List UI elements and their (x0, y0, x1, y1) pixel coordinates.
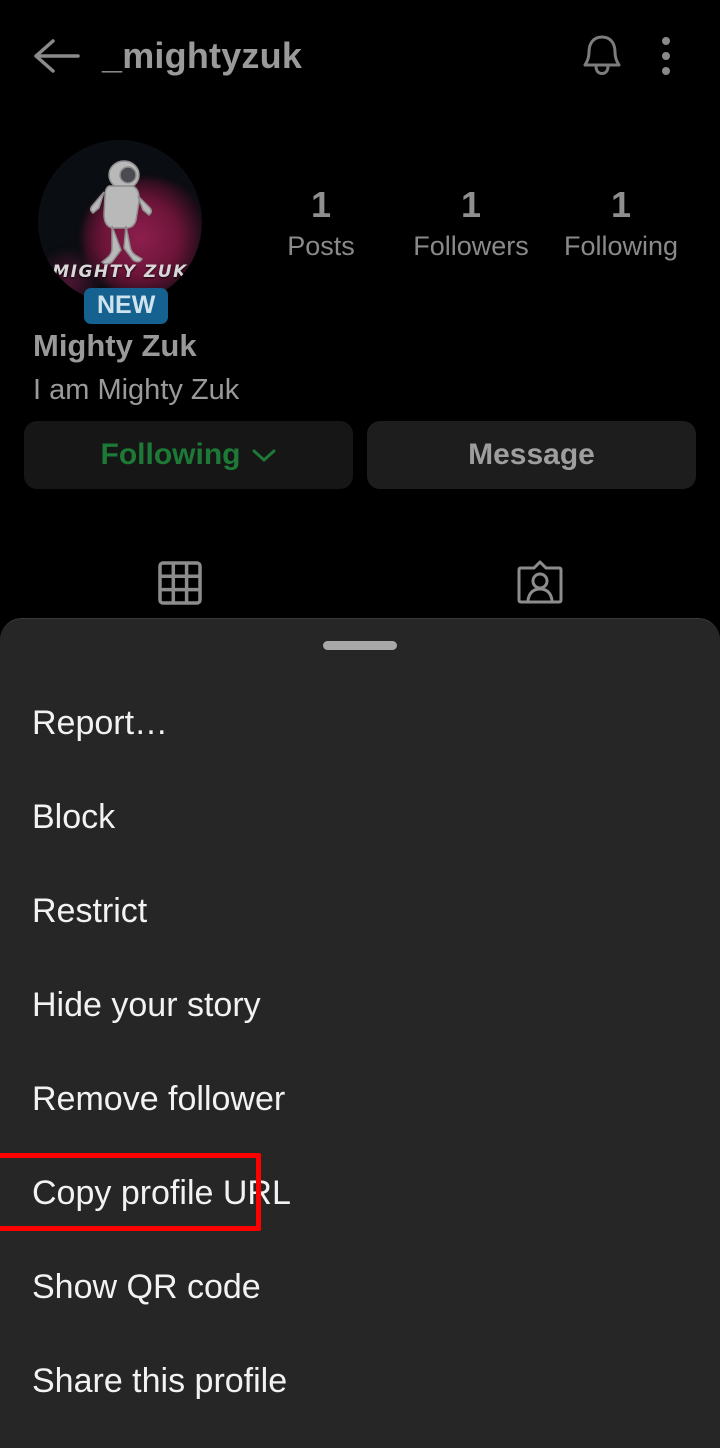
menu-item-block[interactable]: Block (0, 770, 720, 864)
display-name: Mighty Zuk (33, 328, 197, 363)
profile-tabs (0, 548, 720, 618)
chevron-down-icon (252, 449, 276, 461)
profile-stats: 1 Posts 1 Followers 1 Following (202, 182, 720, 262)
tagged-person-card-icon (517, 560, 563, 604)
message-button-label: Message (468, 438, 595, 471)
menu-item-hide-your-story[interactable]: Hide your story (0, 958, 720, 1052)
sheet-menu-list: Report… Block Restrict Hide your story R… (0, 676, 720, 1428)
kebab-menu-icon (662, 52, 670, 60)
posts-grid-tab[interactable] (0, 548, 360, 618)
menu-item-show-qr-code[interactable]: Show QR code (0, 1240, 720, 1334)
overflow-menu-button[interactable] (634, 24, 698, 88)
bell-icon (583, 35, 621, 76)
stat-label: Followers (413, 231, 529, 261)
avatar-container: MIGHTY ZUK NEW (38, 140, 202, 324)
status-badge: NEW (84, 288, 169, 324)
stat-value: 1 (460, 184, 482, 225)
menu-item-restrict[interactable]: Restrict (0, 864, 720, 958)
grid-icon (158, 561, 202, 605)
profile-bio: I am Mighty Zuk (33, 374, 240, 407)
astronaut-graphic (89, 160, 153, 265)
arrow-left-icon (34, 39, 80, 73)
stat-value: 1 (310, 184, 332, 225)
stat-followers[interactable]: 1 Followers (411, 182, 531, 262)
stat-label: Following (563, 231, 679, 261)
menu-item-share-this-profile[interactable]: Share this profile (0, 1334, 720, 1428)
stat-posts[interactable]: 1 Posts (261, 182, 381, 262)
back-button[interactable] (22, 21, 92, 91)
notifications-button[interactable] (570, 24, 634, 88)
menu-item-report[interactable]: Report… (0, 676, 720, 770)
bottom-sheet: Report… Block Restrict Hide your story R… (0, 618, 720, 1448)
stat-label: Posts (287, 231, 355, 261)
app-header: _mightyzuk (0, 0, 720, 112)
profile-actions: Following Message (0, 421, 720, 489)
profile-summary: MIGHTY ZUK NEW 1 Posts 1 Followers 1 Fol… (0, 140, 720, 324)
avatar-caption-text: MIGHTY ZUK (52, 262, 188, 282)
stat-following[interactable]: 1 Following (561, 182, 681, 262)
avatar[interactable]: MIGHTY ZUK (38, 140, 202, 304)
following-button[interactable]: Following (24, 421, 353, 489)
menu-item-copy-profile-url[interactable]: Copy profile URL (0, 1146, 720, 1240)
page-title: _mightyzuk (102, 35, 303, 76)
profile-identity: Mighty Zuk I am Mighty Zuk (33, 326, 533, 410)
drag-handle[interactable] (323, 641, 397, 650)
message-button[interactable]: Message (367, 421, 696, 489)
kebab-menu-icon (662, 37, 670, 45)
kebab-menu-icon (662, 67, 670, 75)
following-button-label: Following (100, 438, 241, 471)
tagged-tab[interactable] (360, 548, 720, 618)
stat-value: 1 (610, 184, 632, 225)
menu-item-remove-follower[interactable]: Remove follower (0, 1052, 720, 1146)
instagram-profile-screen: _mightyzuk MIGHTY ZUK NEW 1 Posts 1 Foll… (0, 0, 720, 1448)
